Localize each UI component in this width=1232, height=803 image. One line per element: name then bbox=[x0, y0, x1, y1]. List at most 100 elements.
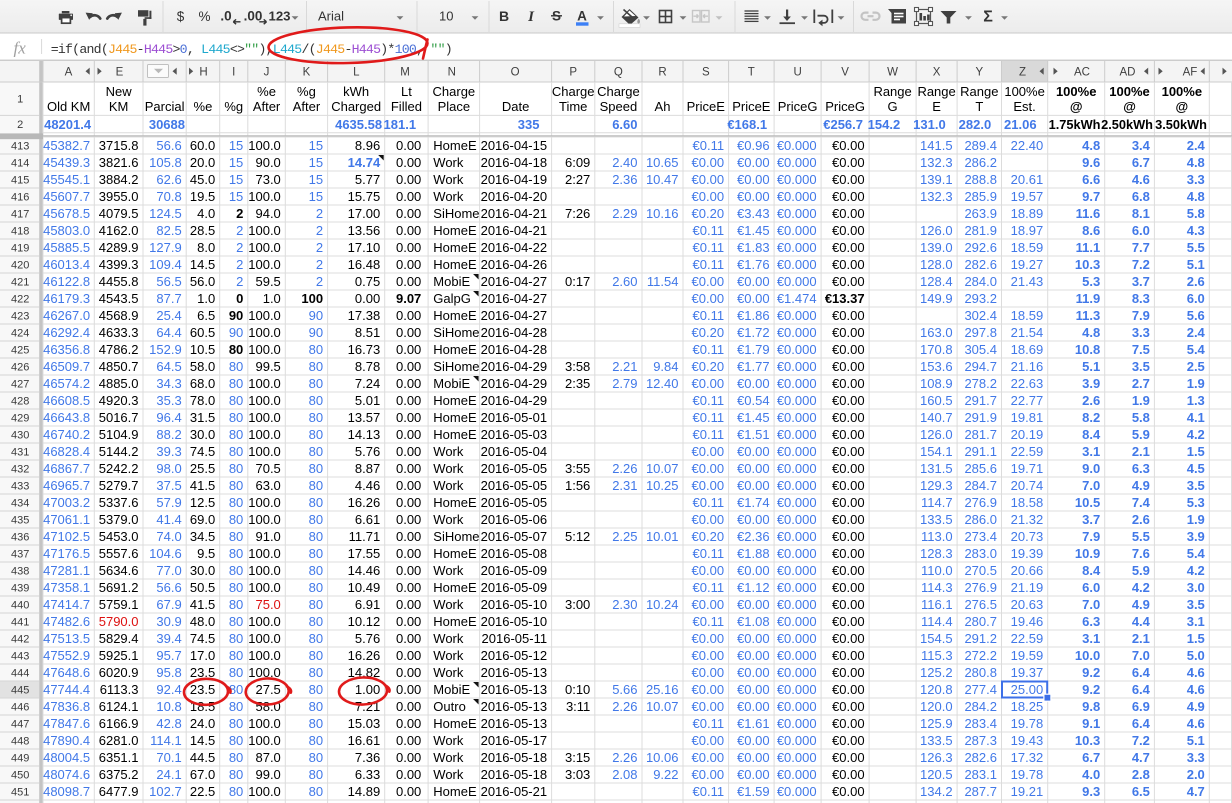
svg-text:285.6: 285.6 bbox=[964, 461, 997, 476]
svg-text:47003.2: 47003.2 bbox=[43, 495, 90, 510]
svg-text:8.2: 8.2 bbox=[1082, 410, 1100, 425]
svg-text:4.8: 4.8 bbox=[1187, 155, 1205, 170]
svg-text:70.8: 70.8 bbox=[156, 189, 181, 204]
svg-text:€0.000: €0.000 bbox=[777, 478, 817, 493]
svg-text:7.4: 7.4 bbox=[1132, 495, 1151, 510]
svg-text:96.4: 96.4 bbox=[156, 410, 181, 425]
svg-text:€0.11: €0.11 bbox=[693, 495, 725, 510]
svg-text:W: W bbox=[887, 66, 898, 78]
svg-text:Work: Work bbox=[433, 444, 464, 459]
svg-text:2016-05-12: 2016-05-12 bbox=[481, 648, 548, 663]
svg-text:60.5: 60.5 bbox=[190, 325, 215, 340]
svg-text:21.16: 21.16 bbox=[1011, 359, 1044, 374]
svg-text:9.1: 9.1 bbox=[1082, 716, 1100, 731]
svg-text:7.9: 7.9 bbox=[1082, 529, 1100, 544]
svg-text:10.3: 10.3 bbox=[1075, 257, 1100, 272]
svg-text:€0.000: €0.000 bbox=[777, 223, 817, 238]
svg-text:8.78: 8.78 bbox=[355, 359, 380, 374]
svg-text:415: 415 bbox=[11, 175, 29, 187]
svg-text:80: 80 bbox=[309, 699, 323, 714]
svg-text:6.4: 6.4 bbox=[1132, 665, 1151, 680]
svg-text:19.46: 19.46 bbox=[1011, 614, 1044, 629]
svg-text:5.66: 5.66 bbox=[612, 682, 637, 697]
svg-text:€0.00: €0.00 bbox=[832, 767, 865, 782]
svg-text:277.4: 277.4 bbox=[964, 682, 997, 697]
svg-text:100.0: 100.0 bbox=[248, 546, 281, 561]
svg-text:2016-05-11: 2016-05-11 bbox=[482, 631, 548, 646]
svg-text:@: @ bbox=[1123, 99, 1136, 114]
svg-text:283.0: 283.0 bbox=[964, 546, 997, 561]
svg-text:46608.5: 46608.5 bbox=[43, 393, 90, 408]
svg-text:3:58: 3:58 bbox=[565, 359, 590, 374]
svg-text:6020.9: 6020.9 bbox=[99, 665, 139, 680]
svg-text:2016-04-27: 2016-04-27 bbox=[481, 308, 548, 323]
svg-text:99.5: 99.5 bbox=[255, 359, 280, 374]
svg-text:46013.4: 46013.4 bbox=[43, 257, 90, 272]
svg-text:€0.000: €0.000 bbox=[777, 512, 817, 527]
svg-text:€0.00: €0.00 bbox=[832, 342, 865, 357]
svg-text:163.0: 163.0 bbox=[920, 325, 953, 340]
svg-text:293.2: 293.2 bbox=[964, 291, 997, 306]
svg-text:80: 80 bbox=[229, 665, 243, 680]
svg-text:80: 80 bbox=[309, 750, 323, 765]
svg-text:%g: %g bbox=[224, 99, 243, 114]
svg-text:3.5: 3.5 bbox=[1187, 478, 1205, 493]
svg-text:€0.11: €0.11 bbox=[693, 716, 725, 731]
svg-text:V: V bbox=[841, 66, 849, 78]
svg-text:30688: 30688 bbox=[149, 117, 185, 132]
svg-text:12.40: 12.40 bbox=[646, 376, 679, 391]
svg-text:0.00: 0.00 bbox=[355, 291, 380, 306]
svg-text:0.00: 0.00 bbox=[396, 750, 421, 765]
svg-text:419: 419 bbox=[11, 243, 29, 255]
svg-text:17.32: 17.32 bbox=[1011, 750, 1044, 765]
svg-text:19.37: 19.37 bbox=[1011, 665, 1044, 680]
svg-text:€0.00: €0.00 bbox=[737, 512, 770, 527]
svg-text:25.4: 25.4 bbox=[156, 308, 181, 323]
svg-text:7.0: 7.0 bbox=[1132, 648, 1150, 663]
svg-text:10.25: 10.25 bbox=[646, 478, 679, 493]
svg-text:47847.6: 47847.6 bbox=[43, 716, 90, 731]
svg-text:4.7: 4.7 bbox=[1132, 750, 1150, 765]
svg-text:133.5: 133.5 bbox=[920, 733, 953, 748]
svg-text:63.0: 63.0 bbox=[255, 478, 280, 493]
svg-text:€0.00: €0.00 bbox=[832, 444, 865, 459]
svg-text:276.9: 276.9 bbox=[964, 495, 997, 510]
svg-text:100.0: 100.0 bbox=[248, 393, 281, 408]
svg-text:€0.000: €0.000 bbox=[777, 665, 817, 680]
svg-text:€0.00: €0.00 bbox=[737, 648, 770, 663]
svg-text:€0.00: €0.00 bbox=[737, 563, 770, 578]
svg-text:K: K bbox=[303, 66, 311, 78]
svg-text:€0.00: €0.00 bbox=[737, 461, 770, 476]
svg-text:9.8: 9.8 bbox=[1082, 699, 1100, 714]
svg-text:126.0: 126.0 bbox=[920, 427, 953, 442]
svg-text:447: 447 bbox=[11, 719, 29, 731]
svg-text:@: @ bbox=[1070, 99, 1083, 114]
svg-text:5279.7: 5279.7 bbox=[99, 478, 139, 493]
svg-text:N: N bbox=[448, 66, 456, 78]
svg-text:100%e: 100%e bbox=[1162, 84, 1202, 99]
svg-text:80: 80 bbox=[229, 767, 243, 782]
svg-text:2016-04-21: 2016-04-21 bbox=[481, 206, 548, 221]
svg-text:2.4: 2.4 bbox=[1187, 325, 1206, 340]
svg-text:3955.0: 3955.0 bbox=[99, 189, 139, 204]
svg-text:5016.7: 5016.7 bbox=[99, 410, 139, 425]
svg-text:Work: Work bbox=[433, 189, 464, 204]
svg-text:€0.20: €0.20 bbox=[692, 359, 725, 374]
svg-text:2016-05-17: 2016-05-17 bbox=[481, 733, 548, 748]
svg-text:2.30: 2.30 bbox=[612, 597, 637, 612]
svg-text:HomeE: HomeE bbox=[433, 138, 477, 153]
svg-text:Range: Range bbox=[917, 84, 955, 99]
svg-text:87.0: 87.0 bbox=[255, 750, 280, 765]
svg-text:18.59: 18.59 bbox=[1011, 240, 1044, 255]
svg-text:15.75: 15.75 bbox=[348, 189, 381, 204]
svg-text:€0.11: €0.11 bbox=[693, 427, 725, 442]
svg-text:46643.8: 46643.8 bbox=[43, 410, 90, 425]
svg-text:80: 80 bbox=[309, 784, 323, 799]
svg-text:272.2: 272.2 bbox=[964, 648, 997, 663]
svg-text:291.2: 291.2 bbox=[964, 631, 997, 646]
svg-text:Work: Work bbox=[433, 597, 464, 612]
svg-text:286.2: 286.2 bbox=[964, 155, 997, 170]
svg-text:82.5: 82.5 bbox=[156, 223, 181, 238]
svg-text:0.00: 0.00 bbox=[396, 376, 421, 391]
svg-text:45.0: 45.0 bbox=[190, 172, 215, 187]
